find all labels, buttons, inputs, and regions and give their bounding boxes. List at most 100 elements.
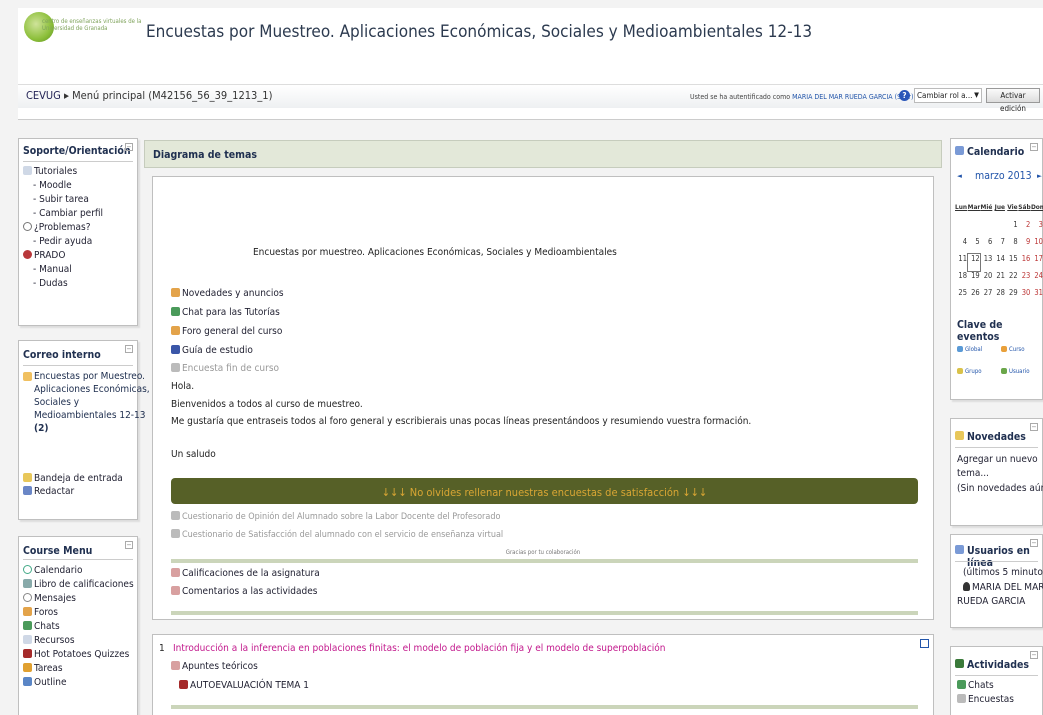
- activity-encuestas[interactable]: Encuestas: [957, 694, 1014, 705]
- course-menu-item-calendario[interactable]: Calendario: [23, 565, 82, 576]
- calendar-day[interactable]: 5: [968, 237, 979, 254]
- calendar-day[interactable]: 15: [1006, 254, 1018, 271]
- calendar-day[interactable]: 9: [1018, 237, 1030, 254]
- support-item-moodle[interactable]: - Moodle: [33, 180, 72, 191]
- calendar-day[interactable]: 19: [968, 271, 980, 288]
- compose-link[interactable]: Redactar: [23, 486, 74, 497]
- calendar-day[interactable]: 14: [993, 254, 1005, 271]
- show-only-topic-icon[interactable]: [920, 639, 929, 648]
- calendar-day[interactable]: 13: [980, 254, 993, 271]
- support-block: Soporte/Orientación − Tutoriales - Moodl…: [18, 138, 138, 326]
- event-key-grupo[interactable]: Grupo: [957, 368, 982, 375]
- course-menu-item-calificaciones[interactable]: Libro de calificaciones: [23, 579, 134, 590]
- collapse-icon[interactable]: −: [125, 345, 133, 353]
- assignment-icon: [23, 663, 32, 672]
- event-key-curso[interactable]: Curso: [1001, 346, 1025, 353]
- logo-text: centro de enseñanzas virtuales de la Uni…: [42, 18, 142, 32]
- add-topic-link[interactable]: Agregar un nuevo: [957, 454, 1038, 465]
- inbox-link[interactable]: Bandeja de entrada: [23, 473, 123, 484]
- course-menu-item-foros[interactable]: Foros: [23, 607, 58, 618]
- link-calificaciones[interactable]: Calificaciones de la asignatura: [171, 568, 320, 579]
- calendar-day[interactable]: 25: [955, 288, 967, 305]
- calendar-day[interactable]: 8: [1006, 237, 1017, 254]
- calendar-day[interactable]: 29: [1006, 288, 1018, 305]
- calendar-day[interactable]: 21: [993, 271, 1005, 288]
- mail-course-link[interactable]: Encuestas por Muestreo. Aplicaciones Eco…: [34, 371, 150, 436]
- collapse-icon[interactable]: −: [125, 143, 133, 151]
- event-key-usuario[interactable]: Usuario: [1001, 368, 1030, 375]
- calendar-month[interactable]: marzo 2013: [975, 170, 1032, 182]
- calendar-day[interactable]: 24: [1031, 271, 1043, 288]
- support-item-cambiar-perfil[interactable]: - Cambiar perfil: [33, 208, 103, 219]
- calendar-day[interactable]: 2: [1018, 220, 1030, 237]
- collapse-icon[interactable]: −: [125, 541, 133, 549]
- add-topic-link-cont[interactable]: tema...: [957, 468, 989, 479]
- no-news-text: (Sin novedades aún): [957, 483, 1043, 494]
- calendar-day[interactable]: 10: [1031, 237, 1043, 254]
- course-menu-item-chats[interactable]: Chats: [23, 621, 60, 632]
- link-chat-tutorias[interactable]: Chat para las Tutorías: [171, 307, 280, 318]
- breadcrumb-link-cevug[interactable]: CEVUG: [26, 89, 61, 102]
- prev-month-arrow[interactable]: ◄: [957, 172, 962, 180]
- course-menu-item-outline[interactable]: Outline: [23, 677, 67, 688]
- online-user-link[interactable]: MARIA DEL MAR: [963, 582, 1043, 593]
- calendar-day[interactable]: 22: [1006, 271, 1018, 288]
- calendar-day[interactable]: 17: [1031, 254, 1043, 271]
- calendar-day[interactable]: 6: [980, 237, 992, 254]
- calendar-day[interactable]: 28: [993, 288, 1005, 305]
- calendar-day[interactable]: 16: [1018, 254, 1031, 271]
- edit-mode-button[interactable]: Activar edición: [986, 88, 1040, 113]
- support-item-pedir-ayuda[interactable]: - Pedir ayuda: [33, 236, 92, 247]
- calendar-day[interactable]: 23: [1018, 271, 1031, 288]
- support-item-subir-tarea[interactable]: - Subir tarea: [33, 194, 89, 205]
- calendar-day[interactable]: 31: [1031, 288, 1043, 305]
- divider: [171, 611, 918, 615]
- help-icon[interactable]: ?: [899, 90, 910, 101]
- link-survey-satisfaction[interactable]: Cuestionario de Satisfacción del alumnad…: [171, 529, 503, 540]
- collapse-icon[interactable]: −: [1030, 651, 1038, 659]
- link-apuntes[interactable]: Apuntes teóricos: [171, 661, 258, 672]
- support-item-tutoriales[interactable]: Tutoriales: [23, 166, 77, 177]
- calendar-day[interactable]: 18: [955, 271, 967, 288]
- calendar-day[interactable]: 11: [955, 254, 967, 271]
- course-menu-item-mensajes[interactable]: Mensajes: [23, 593, 76, 604]
- calendar-day[interactable]: 20: [980, 271, 993, 288]
- activity-chats[interactable]: Chats: [957, 680, 994, 691]
- link-comentarios[interactable]: Comentarios a las actividades: [171, 586, 317, 597]
- university-logo[interactable]: centro de enseñanzas virtuales de la Uni…: [24, 12, 141, 52]
- link-guia-estudio[interactable]: Guía de estudio: [171, 345, 253, 356]
- calendar-day[interactable]: 3: [1031, 220, 1043, 237]
- course-menu-item-hot-potatoes[interactable]: Hot Potatoes Quizzes: [23, 649, 129, 660]
- activities-title: Actividades: [967, 659, 1029, 671]
- calendar-day[interactable]: 27: [980, 288, 993, 305]
- calendar-day: [980, 220, 992, 237]
- calendar-day[interactable]: 1: [1006, 220, 1017, 237]
- hot-potatoes-icon: [179, 680, 188, 689]
- link-foro-general[interactable]: Foro general del curso: [171, 326, 282, 337]
- collapse-icon[interactable]: −: [1030, 423, 1038, 431]
- support-item-prado[interactable]: PRADO: [23, 250, 65, 261]
- switch-role-select[interactable]: Cambiar rol a... ▼: [914, 88, 982, 103]
- link-autoevaluacion[interactable]: AUTOEVALUACIÓN TEMA 1: [179, 680, 309, 691]
- calendar-day[interactable]: 7: [993, 237, 1005, 254]
- event-key-global[interactable]: Global: [957, 346, 982, 353]
- course-menu-item-tareas[interactable]: Tareas: [23, 663, 63, 674]
- online-user-name-cont[interactable]: RUEDA GARCIA: [957, 596, 1025, 607]
- collapse-icon[interactable]: −: [1030, 539, 1038, 547]
- collapse-icon[interactable]: −: [1030, 143, 1038, 151]
- calendar-day[interactable]: 30: [1018, 288, 1031, 305]
- calendar-day[interactable]: 26: [968, 288, 980, 305]
- support-item-problemas[interactable]: ¿Problemas?: [23, 222, 91, 233]
- calendar-day[interactable]: 4: [955, 237, 967, 254]
- link-encuesta-fin[interactable]: Encuesta fin de curso: [171, 363, 279, 374]
- link-survey-opinion[interactable]: Cuestionario de Opinión del Alumnado sob…: [171, 511, 500, 522]
- calendar-day[interactable]: 12: [966, 253, 981, 272]
- mail-course-line: Sociales y: [34, 397, 80, 408]
- calendar-week: 4 5 6 7 8 9 10: [955, 237, 1043, 254]
- next-month-arrow[interactable]: ►: [1037, 172, 1042, 180]
- link-novedades[interactable]: Novedades y anuncios: [171, 288, 284, 299]
- course-menu-item-recursos[interactable]: Recursos: [23, 635, 75, 646]
- support-item-manual[interactable]: - Manual: [33, 264, 72, 275]
- user-profile-link[interactable]: MARIA DEL MAR RUEDA GARCIA: [792, 93, 893, 101]
- support-item-dudas[interactable]: - Dudas: [33, 278, 68, 289]
